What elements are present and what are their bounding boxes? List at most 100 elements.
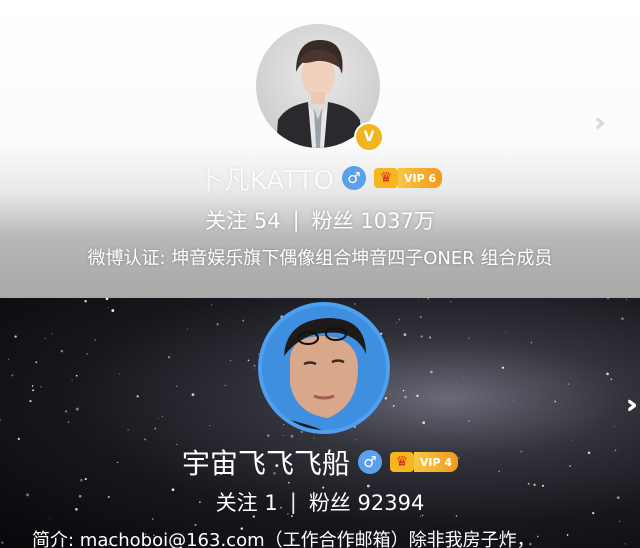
fans-count: 92394	[357, 491, 425, 515]
star	[71, 379, 73, 381]
star	[527, 482, 530, 485]
star	[32, 389, 35, 392]
star	[191, 393, 195, 396]
crown-icon: ♛	[373, 168, 398, 188]
star	[8, 358, 10, 360]
star	[161, 416, 163, 417]
star	[136, 395, 139, 398]
star	[290, 434, 294, 438]
star	[118, 373, 120, 375]
vip-level: VIP 4	[413, 452, 459, 472]
star	[430, 370, 433, 374]
star	[29, 399, 32, 403]
avatar-bottom-wrapper[interactable]	[258, 302, 390, 434]
fans-link[interactable]: 粉丝 1037万	[312, 205, 435, 235]
star	[175, 385, 178, 387]
star	[158, 418, 160, 420]
verified-badge-icon: V	[354, 122, 384, 152]
star	[571, 439, 573, 441]
star	[211, 304, 213, 306]
male-icon: ♂	[357, 450, 382, 474]
stats-divider: |	[289, 490, 297, 514]
following-count: 1	[264, 491, 278, 515]
star	[416, 394, 419, 398]
star	[154, 427, 157, 430]
chevron-right-triple-icon[interactable]: ›››	[594, 108, 607, 138]
star	[229, 360, 232, 362]
star	[94, 339, 96, 341]
star	[610, 378, 613, 381]
star	[254, 368, 255, 370]
star	[390, 393, 391, 395]
following-link[interactable]: 关注 54	[205, 205, 280, 235]
chevron-right-triple-icon[interactable]: ›››	[626, 390, 639, 420]
star	[355, 439, 357, 441]
profile-header-bottom: ››› 宇宙飞飞飞船 ♂ ♛ VIP 4 关注 1 | 粉丝 92394 简介:…	[0, 298, 640, 548]
star	[450, 301, 452, 303]
star	[14, 335, 17, 338]
star	[242, 319, 245, 322]
star	[283, 434, 285, 436]
star	[418, 299, 420, 301]
star	[554, 400, 557, 403]
vip-level: VIP 6	[397, 168, 443, 188]
star	[427, 298, 429, 300]
star	[107, 306, 109, 308]
vip-badge[interactable]: ♛ VIP 6	[373, 167, 443, 189]
follow-stats: 关注 54 | 粉丝 1037万	[0, 204, 640, 236]
star	[607, 298, 609, 300]
username: 卜凡KATTO	[197, 165, 334, 196]
avatar[interactable]	[258, 302, 390, 434]
star	[422, 421, 426, 425]
star	[17, 437, 20, 441]
star	[463, 377, 465, 379]
star	[75, 407, 79, 411]
star	[67, 421, 70, 423]
star	[1, 541, 4, 544]
male-icon: ♂	[341, 166, 366, 190]
star	[0, 418, 1, 421]
avatar-top-wrapper[interactable]: V	[256, 24, 384, 152]
star	[420, 335, 423, 338]
star	[44, 337, 46, 339]
fans-link[interactable]: 粉丝 92394	[309, 487, 425, 517]
following-label: 关注	[205, 209, 248, 233]
star	[60, 349, 64, 353]
star	[392, 404, 395, 407]
star	[530, 341, 533, 344]
following-label: 关注	[215, 491, 258, 515]
star	[267, 434, 270, 437]
star	[253, 364, 256, 367]
star	[501, 366, 505, 369]
star	[167, 355, 171, 359]
star	[40, 386, 42, 388]
star	[151, 518, 154, 520]
star	[402, 389, 405, 392]
crown-icon: ♛	[389, 452, 414, 472]
star	[216, 323, 219, 326]
star	[75, 374, 78, 377]
star	[429, 336, 432, 339]
star	[513, 400, 515, 402]
intro-text: 简介: machoboi@163.com（工作合作邮箱）除非我房子炸，	[32, 530, 535, 548]
stats-divider: |	[292, 208, 300, 232]
star	[567, 383, 570, 385]
star	[403, 333, 407, 336]
star	[468, 420, 470, 422]
star	[618, 520, 621, 523]
star	[398, 318, 401, 321]
vip-badge[interactable]: ♛ VIP 4	[389, 451, 459, 473]
profile-header-top: V ››› 卜凡KATTO ♂ ♛ VIP 6 关注 54 | 粉丝 1037万…	[0, 0, 640, 298]
star	[86, 353, 88, 355]
star	[224, 385, 226, 386]
star	[396, 322, 397, 324]
star	[626, 298, 628, 300]
following-link[interactable]: 关注 1	[216, 487, 278, 517]
star	[468, 337, 470, 339]
star	[247, 359, 250, 362]
fans-label: 粉丝	[308, 491, 351, 515]
star	[186, 328, 189, 330]
name-row: 卜凡KATTO ♂ ♛ VIP 6	[0, 160, 640, 196]
star	[105, 298, 109, 301]
star	[64, 410, 68, 413]
